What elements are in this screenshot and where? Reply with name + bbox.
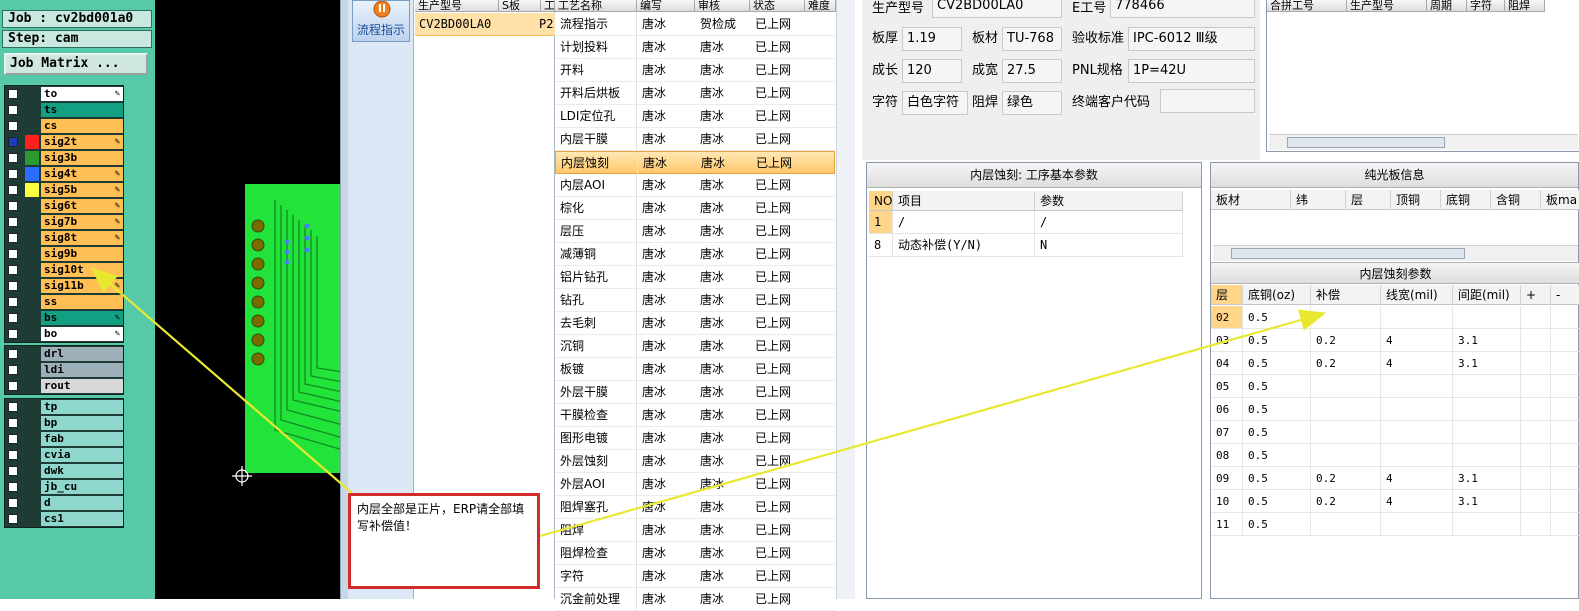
arrow-to-compensation [539, 309, 1327, 538]
annotation-text: 内层全部是正片，ERP请全部填写补偿值！ [357, 502, 525, 533]
arrow-to-layer [90, 267, 353, 494]
annotation-arrows [90, 267, 1327, 538]
annotation-callout: 内层全部是正片，ERP请全部填写补偿值！ [348, 493, 540, 589]
